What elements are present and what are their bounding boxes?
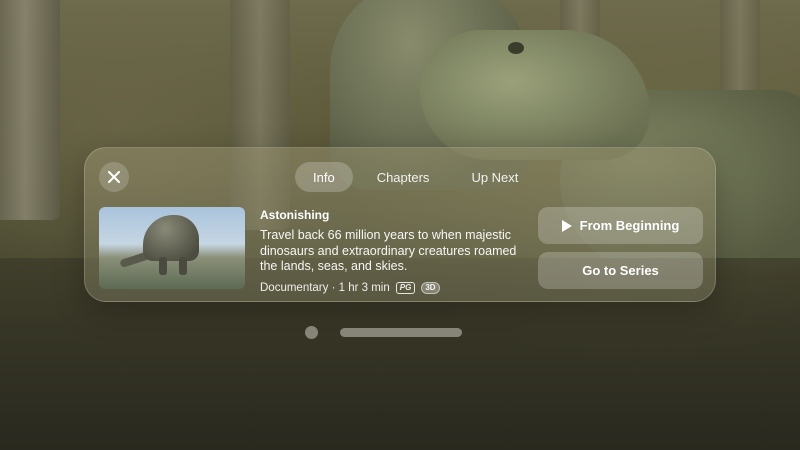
format-badge: 3D — [421, 281, 440, 294]
dinosaur-head — [420, 30, 650, 160]
rating-badge: PG — [395, 281, 416, 294]
thumbnail-dino-leg — [179, 257, 187, 275]
play-from-beginning-button[interactable]: From Beginning — [538, 207, 703, 244]
thumbnail-dino-leg — [159, 257, 167, 275]
info-panel: Info Chapters Up Next Astonishing Travel… — [84, 147, 716, 302]
page-indicator-active[interactable] — [340, 328, 462, 337]
episode-meta: Documentary · 1 hr 3 min PG 3D — [260, 281, 530, 294]
tree-trunk — [0, 0, 60, 220]
go-to-series-button[interactable]: Go to Series — [538, 252, 703, 289]
close-icon — [108, 171, 120, 183]
meta-text: Documentary · 1 hr 3 min — [260, 281, 390, 294]
play-from-beginning-label: From Beginning — [579, 218, 680, 233]
go-to-series-label: Go to Series — [582, 263, 659, 278]
episode-thumbnail — [99, 207, 245, 289]
page-indicator-dot[interactable] — [305, 326, 318, 339]
tree-trunk — [720, 0, 760, 100]
episode-info: Astonishing Travel back 66 million years… — [260, 208, 530, 294]
tab-info[interactable]: Info — [295, 162, 353, 192]
thumbnail-dino — [143, 215, 199, 261]
play-icon — [561, 219, 572, 232]
tab-up-next[interactable]: Up Next — [453, 162, 536, 192]
tab-chapters[interactable]: Chapters — [359, 162, 448, 192]
episode-title: Astonishing — [260, 208, 330, 222]
episode-description: Travel back 66 million years to when maj… — [260, 228, 517, 273]
dinosaur-eye — [508, 42, 524, 54]
tab-bar: Info Chapters Up Next — [295, 162, 536, 192]
close-button[interactable] — [99, 162, 129, 192]
